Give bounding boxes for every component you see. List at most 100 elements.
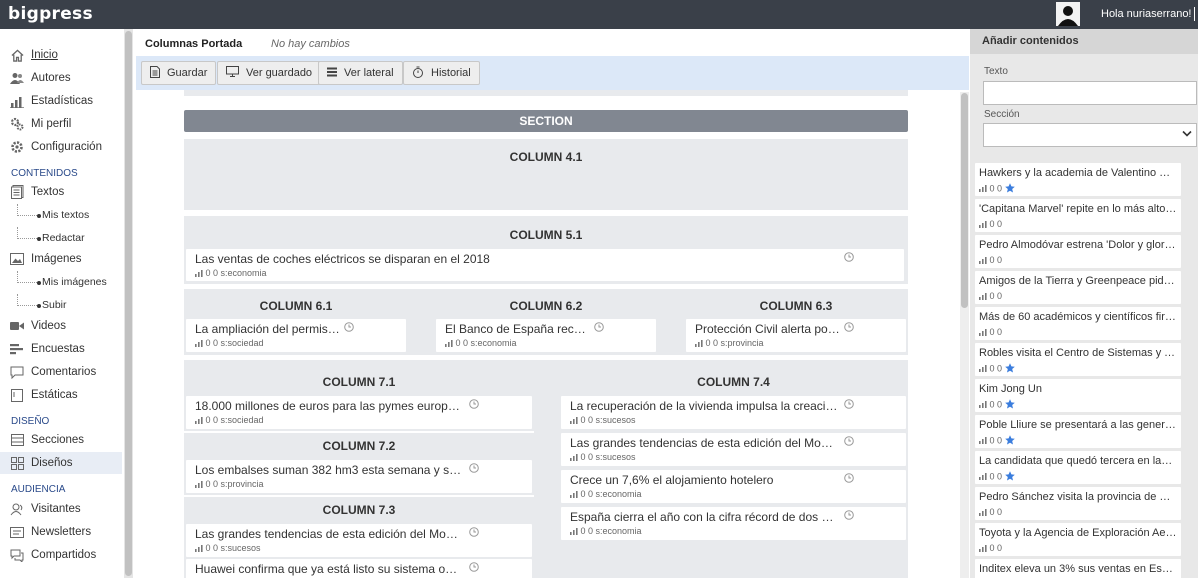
article-card[interactable]: Las grandes tendencias de esta edición d… (186, 524, 532, 557)
meta-text: 0 0 s:sucesos (580, 452, 636, 462)
sidebar-item-mi-perfil[interactable]: Mi perfil (0, 113, 122, 135)
meta-text: 0 0 s:economia (205, 268, 267, 278)
sidebar-scroll-thumb[interactable] (125, 31, 132, 576)
sidebar-item-configuracion[interactable]: Configuración (0, 136, 122, 158)
list-icon (327, 66, 337, 80)
clock-icon[interactable] (844, 510, 854, 523)
users-icon (10, 71, 24, 85)
section-header[interactable]: SECTION (184, 110, 908, 132)
clock-icon[interactable] (844, 473, 854, 486)
star-icon[interactable] (1004, 435, 1015, 447)
sidebar-item-disenos[interactable]: Diseños (0, 452, 122, 474)
article-card[interactable]: España cierra el año con la cifra récord… (561, 507, 906, 540)
home-icon (10, 48, 24, 62)
view-saved-button[interactable]: Ver guardado (217, 61, 322, 85)
meta-text: 0 0 s:provincia (705, 338, 764, 348)
star-icon[interactable] (1004, 399, 1015, 411)
column-5-1[interactable]: COLUMN 5.1 Las ventas de coches eléctric… (184, 216, 908, 284)
content-list-item[interactable]: Pedro Sánchez visita la provincia de Bur… (975, 487, 1181, 520)
content-list-item[interactable]: Más de 60 académicos y científicos firma… (975, 307, 1181, 340)
text-search-input[interactable] (983, 81, 1197, 105)
column-7-4[interactable]: COLUMN 7.4 La recuperación de la viviend… (559, 366, 908, 542)
article-card[interactable]: 18.000 millones de euros para las pymes … (186, 396, 532, 429)
sidebar-scrollbar[interactable] (124, 29, 133, 578)
article-card[interactable]: Huawei confirma que ya está listo su sis… (186, 559, 532, 578)
content-list-item[interactable]: Kim Jong Un 0 0 (975, 379, 1181, 412)
content-list-item[interactable]: Pedro Almodóvar estrena 'Dolor y gloria'… (975, 235, 1181, 268)
content-title: Robles visita el Centro de Sistemas y Te… (979, 347, 1177, 359)
meta-text: 0 0 s:sociedad (205, 415, 264, 425)
sidebar-item-mis-imagenes[interactable]: Mis imágenes (0, 271, 122, 293)
sidebar-item-videos[interactable]: Videos (0, 315, 122, 337)
clock-icon[interactable] (844, 252, 854, 265)
column-6-3[interactable]: COLUMN 6.3 Protección Civil alerta por l… (684, 294, 908, 355)
section-select[interactable] (983, 123, 1197, 147)
sidebar-item-compartidos[interactable]: Compartidos (0, 544, 122, 566)
article-card[interactable]: Protección Civil alerta por lluvias 0 0 … (686, 319, 906, 352)
star-icon[interactable] (1004, 183, 1015, 195)
star-icon[interactable] (1004, 471, 1015, 483)
content-list-item[interactable]: La candidata que quedó tercera en las pr… (975, 451, 1181, 484)
user-greeting[interactable]: Hola nuriaserrano! (1101, 8, 1192, 20)
sidebar-item-redactar[interactable]: Redactar (0, 227, 122, 249)
tree-connector (17, 204, 41, 218)
article-card[interactable]: El Banco de España recorta previsiones 0… (436, 319, 656, 352)
article-card[interactable]: Crece un 7,6% el alojamiento hotelero 0 … (561, 470, 906, 503)
article-card[interactable]: La ampliación del permiso de paternidad … (186, 319, 406, 352)
content-list-item[interactable]: Hawkers y la academia de Valentino Rossi… (975, 163, 1181, 196)
clock-icon[interactable] (844, 322, 854, 335)
sidebar-item-comentarios[interactable]: Comentarios (0, 361, 122, 383)
list-icon (10, 433, 24, 447)
content-list-item[interactable]: 'Capitana Marvel' repite en lo más alto … (975, 199, 1181, 232)
clock-icon[interactable] (844, 436, 854, 449)
content-list-item[interactable]: Inditex eleva un 3% sus ventas en España (975, 559, 1181, 578)
stats-icon (979, 184, 987, 194)
sidebar-item-secciones[interactable]: Secciones (0, 429, 122, 451)
column-6-1[interactable]: COLUMN 6.1 La ampliación del permiso de … (184, 294, 408, 355)
content-title: Inditex eleva un 3% sus ventas en España (979, 563, 1177, 575)
article-card[interactable]: La recuperación de la vivienda impulsa l… (561, 396, 906, 429)
column-4-1[interactable]: COLUMN 4.1 (184, 139, 908, 210)
sidebar-item-subir[interactable]: Subir (0, 294, 122, 316)
clock-icon[interactable] (844, 399, 854, 412)
article-meta: 0 0 s:economia (195, 268, 267, 279)
article-card[interactable]: Las grandes tendencias de esta edición d… (561, 433, 906, 466)
history-button[interactable]: Historial (403, 61, 480, 85)
column-6-2[interactable]: COLUMN 6.2 El Banco de España recorta pr… (434, 294, 658, 355)
canvas-scroll-thumb[interactable] (961, 93, 968, 308)
sidebar-item-mis-textos[interactable]: Mis textos (0, 204, 122, 226)
article-card[interactable]: Las ventas de coches eléctricos se dispa… (186, 249, 904, 281)
content-list-item[interactable]: Poble Lliure se presentará a las general… (975, 415, 1181, 448)
clock-icon[interactable] (344, 322, 354, 335)
clock-icon[interactable] (469, 399, 479, 412)
sidebar-item-estadisticas[interactable]: Estadísticas (0, 90, 122, 112)
sidebar-item-encuestas[interactable]: Encuestas (0, 338, 122, 360)
clock-icon[interactable] (469, 562, 479, 575)
stats-icon (195, 480, 203, 490)
content-meta: 0 0 (979, 399, 1015, 411)
brand-logo[interactable]: bigpress (8, 4, 93, 24)
avatar[interactable] (1056, 2, 1080, 26)
sidebar-item-autores[interactable]: Autores (0, 67, 122, 89)
stats-icon (195, 269, 203, 279)
content-list-item[interactable]: Amigos de la Tierra y Greenpeace piden m… (975, 271, 1181, 304)
content-list-item[interactable]: Robles visita el Centro de Sistemas y Te… (975, 343, 1181, 376)
meta-text: 0 0 (989, 363, 1003, 374)
add-content-panel: Añadir contenidos Texto Sección Hawkers … (970, 29, 1198, 578)
canvas-scrollbar[interactable] (960, 92, 969, 578)
sidebar-item-imagenes[interactable]: Imágenes (0, 248, 122, 270)
sidebar-item-newsletters[interactable]: Newsletters (0, 521, 122, 543)
article-card[interactable]: Los embalses suman 382 hm3 esta semana y… (186, 460, 532, 493)
save-button[interactable]: Guardar (141, 61, 217, 85)
sidebar-item-estaticas[interactable]: Estáticas (0, 384, 122, 406)
tree-connector (17, 294, 41, 308)
clock-icon[interactable] (594, 322, 604, 335)
clock-icon[interactable] (469, 527, 479, 540)
clock-icon[interactable] (469, 463, 479, 476)
sidebar-item-inicio[interactable]: Inicio (0, 44, 122, 66)
view-sidebar-button[interactable]: Ver lateral (318, 61, 403, 85)
sidebar-item-textos[interactable]: Textos (0, 181, 122, 203)
content-list-item[interactable]: Toyota y la Agencia de Exploración Aeroe… (975, 523, 1181, 556)
sidebar-item-visitantes[interactable]: Visitantes (0, 498, 122, 520)
star-icon[interactable] (1004, 363, 1015, 375)
